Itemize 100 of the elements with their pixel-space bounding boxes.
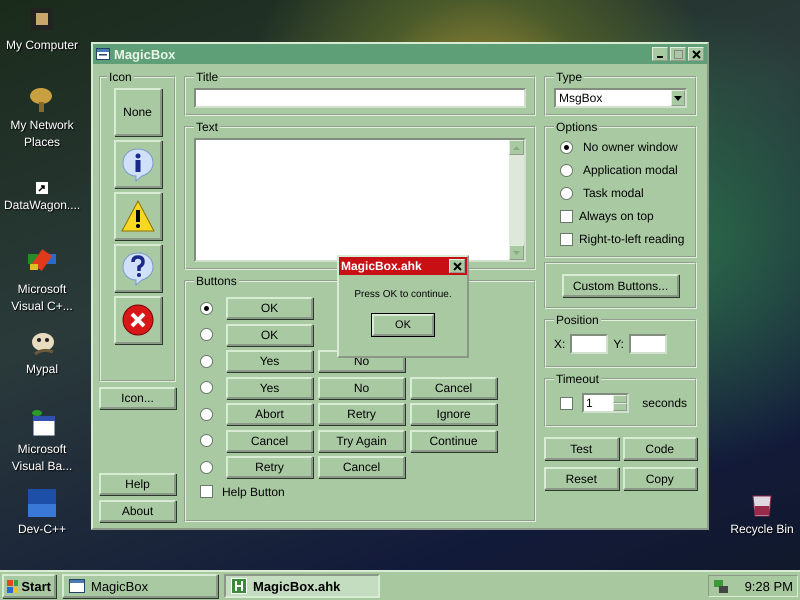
shortcut-arrow-icon[interactable] [36, 182, 48, 194]
radio-label[interactable]: Application modal [583, 163, 678, 177]
desktop-icon-label[interactable]: My Network Places [4, 117, 80, 151]
action-button[interactable]: Test [544, 437, 618, 460]
info-icon [120, 146, 156, 182]
dialog-title: MagicBox.ahk [341, 259, 422, 273]
question-icon [120, 250, 156, 286]
warning-icon [120, 199, 156, 233]
desktop-icon-label[interactable]: Recycle Bin [724, 521, 800, 538]
preview-button[interactable]: OK [226, 297, 313, 319]
taskbar-button[interactable]: MagicBox.ahk [224, 574, 380, 598]
dialog-message: Press OK to continue. [354, 289, 452, 300]
custom-buttons-button[interactable]: Custom Buttons... [562, 274, 679, 297]
radio-button[interactable] [200, 381, 213, 394]
icon-option-button[interactable] [114, 192, 162, 240]
y-label: Y: [613, 337, 624, 351]
group-label: Buttons [195, 274, 238, 288]
icon-option-button[interactable] [114, 244, 162, 292]
preview-button[interactable]: Abort [226, 403, 313, 425]
radio-button[interactable] [200, 354, 213, 368]
radio-button[interactable] [200, 408, 213, 420]
preview-button[interactable]: Retry [226, 456, 313, 478]
ok-button[interactable]: OK [372, 314, 434, 336]
desktop-icon-label[interactable]: Mypal [4, 361, 80, 378]
checkbox[interactable] [560, 396, 573, 410]
checkbox[interactable] [560, 210, 573, 222]
icon-option-button[interactable]: None [114, 88, 162, 136]
x-label: X: [554, 337, 566, 351]
about-button[interactable]: About [99, 500, 176, 522]
dropdown-arrow-icon [674, 96, 682, 100]
up-arrow-icon [513, 146, 520, 150]
checkbox[interactable] [200, 485, 213, 498]
error-icon [120, 303, 154, 337]
preview-button[interactable]: Try Again [318, 430, 405, 452]
close-button[interactable] [449, 259, 465, 273]
script-app-icon [231, 578, 247, 594]
preview-button[interactable]: Retry [318, 403, 405, 425]
radio-label[interactable]: No owner window [583, 140, 678, 154]
type-dropdown[interactable]: MsgBox [554, 88, 687, 108]
group-label: Title [195, 70, 220, 84]
group-label: Position [555, 313, 600, 327]
close-button[interactable] [688, 47, 704, 61]
checkbox-label[interactable]: Always on top [579, 209, 654, 223]
close-icon [452, 262, 462, 270]
network-tray-icon[interactable] [713, 578, 729, 594]
start-button[interactable]: Start [2, 574, 56, 598]
radio-button[interactable] [200, 434, 213, 447]
preview-button[interactable]: OK [226, 324, 313, 346]
checkbox-label[interactable]: Help Button [222, 484, 285, 498]
preview-button[interactable]: Cancel [410, 376, 497, 398]
scroll-up-button[interactable] [509, 140, 524, 155]
desktop-icon-label[interactable]: DataWagon.... [4, 197, 80, 214]
application-icon[interactable] [27, 488, 57, 518]
preview-button[interactable]: Yes [226, 350, 313, 372]
icon-option-button[interactable] [114, 296, 162, 344]
preview-button[interactable]: Yes [226, 376, 313, 398]
group-label: Timeout [555, 372, 600, 386]
scrollbar[interactable] [509, 140, 524, 260]
help-button[interactable]: Help [99, 473, 176, 495]
group-label: Icon [108, 70, 133, 84]
taskbar-button[interactable]: MagicBox [62, 574, 218, 598]
icon-button[interactable]: Icon... [99, 387, 176, 409]
x-input[interactable] [570, 334, 608, 354]
windows-flag-icon [7, 580, 18, 592]
clock: 9:28 PM [744, 578, 793, 594]
timeout-spinner[interactable]: 1 [582, 393, 630, 413]
preview-button[interactable]: Cancel [318, 456, 405, 478]
radio-label[interactable]: Task modal [583, 186, 644, 200]
radio-button[interactable] [200, 328, 213, 341]
maximize-icon [674, 50, 682, 58]
down-arrow-icon [513, 250, 520, 254]
radio-button[interactable] [560, 186, 573, 200]
group-label: Options [555, 120, 598, 134]
unit-label: seconds [642, 396, 687, 410]
radio-button[interactable] [200, 302, 213, 314]
window-title: MagicBox [114, 46, 176, 62]
checkbox-label[interactable]: Right-to-left reading [579, 232, 684, 246]
icon-option-button[interactable] [114, 140, 162, 188]
action-button[interactable]: Code [622, 437, 697, 460]
window-app-icon [96, 48, 110, 60]
minimize-button[interactable] [652, 47, 668, 61]
desktop-icon-label[interactable]: My Computer [4, 37, 80, 54]
preview-button[interactable]: Cancel [226, 430, 313, 452]
checkbox[interactable] [560, 232, 573, 246]
radio-button[interactable] [200, 460, 213, 474]
window-app-icon [69, 579, 85, 593]
preview-button[interactable]: Ignore [410, 403, 497, 425]
desktop-icon-label[interactable]: Dev-C++ [4, 521, 80, 538]
y-input[interactable] [629, 334, 668, 354]
radio-button[interactable] [560, 140, 573, 154]
desktop-icon-label[interactable]: Microsoft Visual Ba... [4, 441, 80, 475]
desktop-icon-label[interactable]: Microsoft Visual C+... [4, 281, 80, 315]
preview-button[interactable]: No [318, 376, 405, 398]
action-button[interactable]: Reset [544, 467, 618, 490]
radio-button[interactable] [560, 164, 573, 176]
scroll-down-button[interactable] [509, 245, 524, 260]
close-icon [692, 50, 700, 58]
preview-button[interactable]: Continue [410, 430, 497, 452]
title-input[interactable] [194, 88, 526, 108]
action-button[interactable]: Copy [622, 467, 697, 490]
